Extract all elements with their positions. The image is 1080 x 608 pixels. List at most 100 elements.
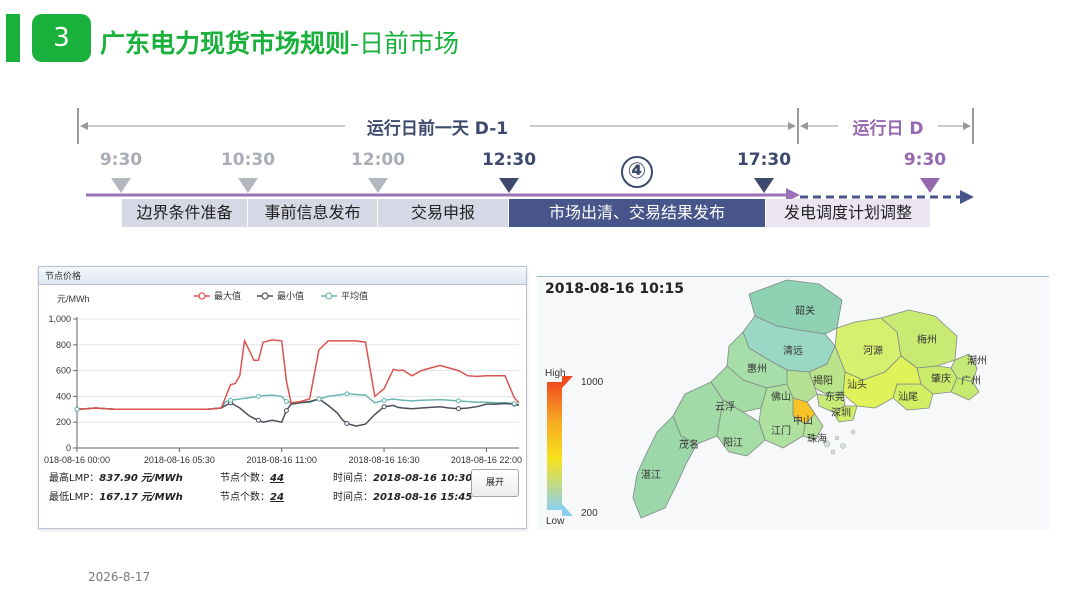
day-before-label: 运行日前一天 D-1 xyxy=(366,119,509,139)
city-label: 阳江 xyxy=(723,437,743,449)
legend-swatch-dot xyxy=(261,292,269,300)
city-label: 揭阳 xyxy=(813,374,833,387)
city-label: 佛山 xyxy=(771,390,791,403)
map-legend-bar xyxy=(547,382,562,510)
city-label: 珠海 xyxy=(807,432,827,445)
y-tick-label: 600 xyxy=(56,366,71,376)
section-number-badge: 3 xyxy=(32,14,91,62)
series-point xyxy=(316,396,322,402)
max-time-label: 时间点： xyxy=(333,473,373,484)
city-label: 梅州 xyxy=(917,333,937,346)
time-label-930: 9:30 xyxy=(99,150,143,170)
max-time-value: 2018-08-16 10:30 xyxy=(373,473,473,484)
series-point xyxy=(381,397,387,403)
series-point xyxy=(344,420,350,426)
city-label: 惠州 xyxy=(747,362,767,375)
max-node-count: 节点个数：44 xyxy=(220,469,284,484)
series-point xyxy=(228,397,234,403)
marker-1030 xyxy=(238,178,258,193)
time-label-1230: 12:30 xyxy=(481,150,537,170)
city-label: 河源 xyxy=(863,344,883,357)
series-point xyxy=(456,398,462,404)
series-point xyxy=(283,408,289,414)
header-accent-bar xyxy=(6,14,20,62)
guangdong-map: High Low 1000 200 韶关清远 河源 梅州潮州肇庆 广州 惠州揭阳 汕头汕尾… xyxy=(545,279,987,527)
chart-legend: 最大值 最小值 平均值 xyxy=(194,290,368,301)
max-lmp-value: 837.90 xyxy=(99,473,138,484)
y-tick-label: 0 xyxy=(66,443,71,453)
chart-ticks: 0 200 400 600 800 1,000 018-08-16 00:00 2018-08… xyxy=(44,314,522,465)
x-tick-label: 2018-08-16 22:00 xyxy=(451,455,522,465)
series-point xyxy=(255,393,261,399)
timeline-dashed-arrowhead xyxy=(960,190,974,204)
min-lmp-label: 最低LMP： xyxy=(49,492,100,503)
marker-d-930 xyxy=(920,178,940,193)
expand-button[interactable]: 展开 xyxy=(471,469,519,497)
map-legend-min: 200 xyxy=(581,508,598,519)
series-point xyxy=(283,399,289,405)
map-legend-low: Low xyxy=(546,516,565,527)
city-label: 云浮 xyxy=(715,401,735,413)
city-label: 江门 xyxy=(771,424,791,437)
min-count-value[interactable]: 24 xyxy=(270,492,284,503)
y-tick-label: 400 xyxy=(56,391,71,401)
min-lmp-stat: 最低LMP：167.17 元/MWh xyxy=(49,488,183,503)
y-tick-label: 1,000 xyxy=(48,314,71,324)
series-point xyxy=(456,406,462,412)
page-title-sub: -日前市场 xyxy=(350,29,460,58)
step-number: ④ xyxy=(627,159,647,184)
min-count-label: 节点个数： xyxy=(220,492,270,503)
marker-930 xyxy=(111,178,131,193)
panel-header xyxy=(39,267,526,285)
map-islands xyxy=(823,429,856,455)
time-label-1030: 10:30 xyxy=(220,150,276,170)
legend-label: 平均值 xyxy=(341,290,368,301)
min-time-label: 时间点： xyxy=(333,492,373,503)
series-line-0 xyxy=(76,338,520,411)
max-count-value[interactable]: 44 xyxy=(270,473,284,484)
city-label: 清远 xyxy=(783,344,803,357)
city-label: 汕尾 xyxy=(898,391,918,403)
chart-series xyxy=(74,338,520,427)
bracket-d-arrow-right xyxy=(963,122,971,130)
city-label: 深圳 xyxy=(831,407,851,419)
city-label: 东莞 xyxy=(825,390,845,403)
page-title-main: 广东电力现货市场规则 xyxy=(100,29,351,58)
city-label: 肇庆 xyxy=(931,372,951,385)
series-point xyxy=(381,404,387,410)
legend-swatch-dot xyxy=(325,292,333,300)
max-lmp-label: 最高LMP： xyxy=(49,473,100,484)
x-tick-label: 018-08-16 00:00 xyxy=(44,455,110,465)
phase-info-release: 事前信息发布 xyxy=(248,199,377,227)
bracket-arrow-left xyxy=(80,122,88,130)
max-lmp-unit: 元/MWh xyxy=(141,473,183,484)
map-legend-max: 1000 xyxy=(581,377,604,388)
phase-bidding: 交易申报 xyxy=(378,199,508,227)
bracket-d-arrow-left xyxy=(800,122,808,130)
city-label: 广州 xyxy=(961,375,981,387)
min-lmp-unit: 元/MWh xyxy=(141,492,183,503)
footer-date: 2026-8-17 xyxy=(88,570,151,584)
min-time-value: 2018-08-16 15:45 xyxy=(373,492,473,503)
series-point xyxy=(344,391,350,397)
phase-boundary-prep: 边界条件准备 xyxy=(122,199,247,227)
panel-title: 节点价格 xyxy=(45,272,82,282)
max-count-label: 节点个数： xyxy=(220,473,270,484)
city-label: 中山 xyxy=(793,414,813,427)
city-label: 潮州 xyxy=(967,354,987,367)
series-point xyxy=(255,417,261,423)
y-tick-label: 200 xyxy=(56,417,71,427)
chart-unit-label: 元/MWh xyxy=(57,294,90,304)
city-label: 湛江 xyxy=(641,469,661,481)
max-time-stat: 时间点：2018-08-16 10:30 xyxy=(333,469,472,484)
marker-1730 xyxy=(754,178,774,193)
legend-label: 最小值 xyxy=(277,290,304,301)
legend-label: 最大值 xyxy=(214,290,241,301)
legend-swatch-dot xyxy=(198,292,206,300)
y-tick-label: 800 xyxy=(56,340,71,350)
series-point xyxy=(511,400,517,406)
phase-clearing: 市场出清、交易结果发布 xyxy=(509,199,765,227)
node-price-panel: 节点价格 元/MWh 最大值 最小值 平均值 0 200 400 600 800 1,000 0… xyxy=(38,266,527,529)
city-label: 韶关 xyxy=(795,304,815,317)
x-tick-label: 2018-08-16 16:30 xyxy=(349,455,420,465)
